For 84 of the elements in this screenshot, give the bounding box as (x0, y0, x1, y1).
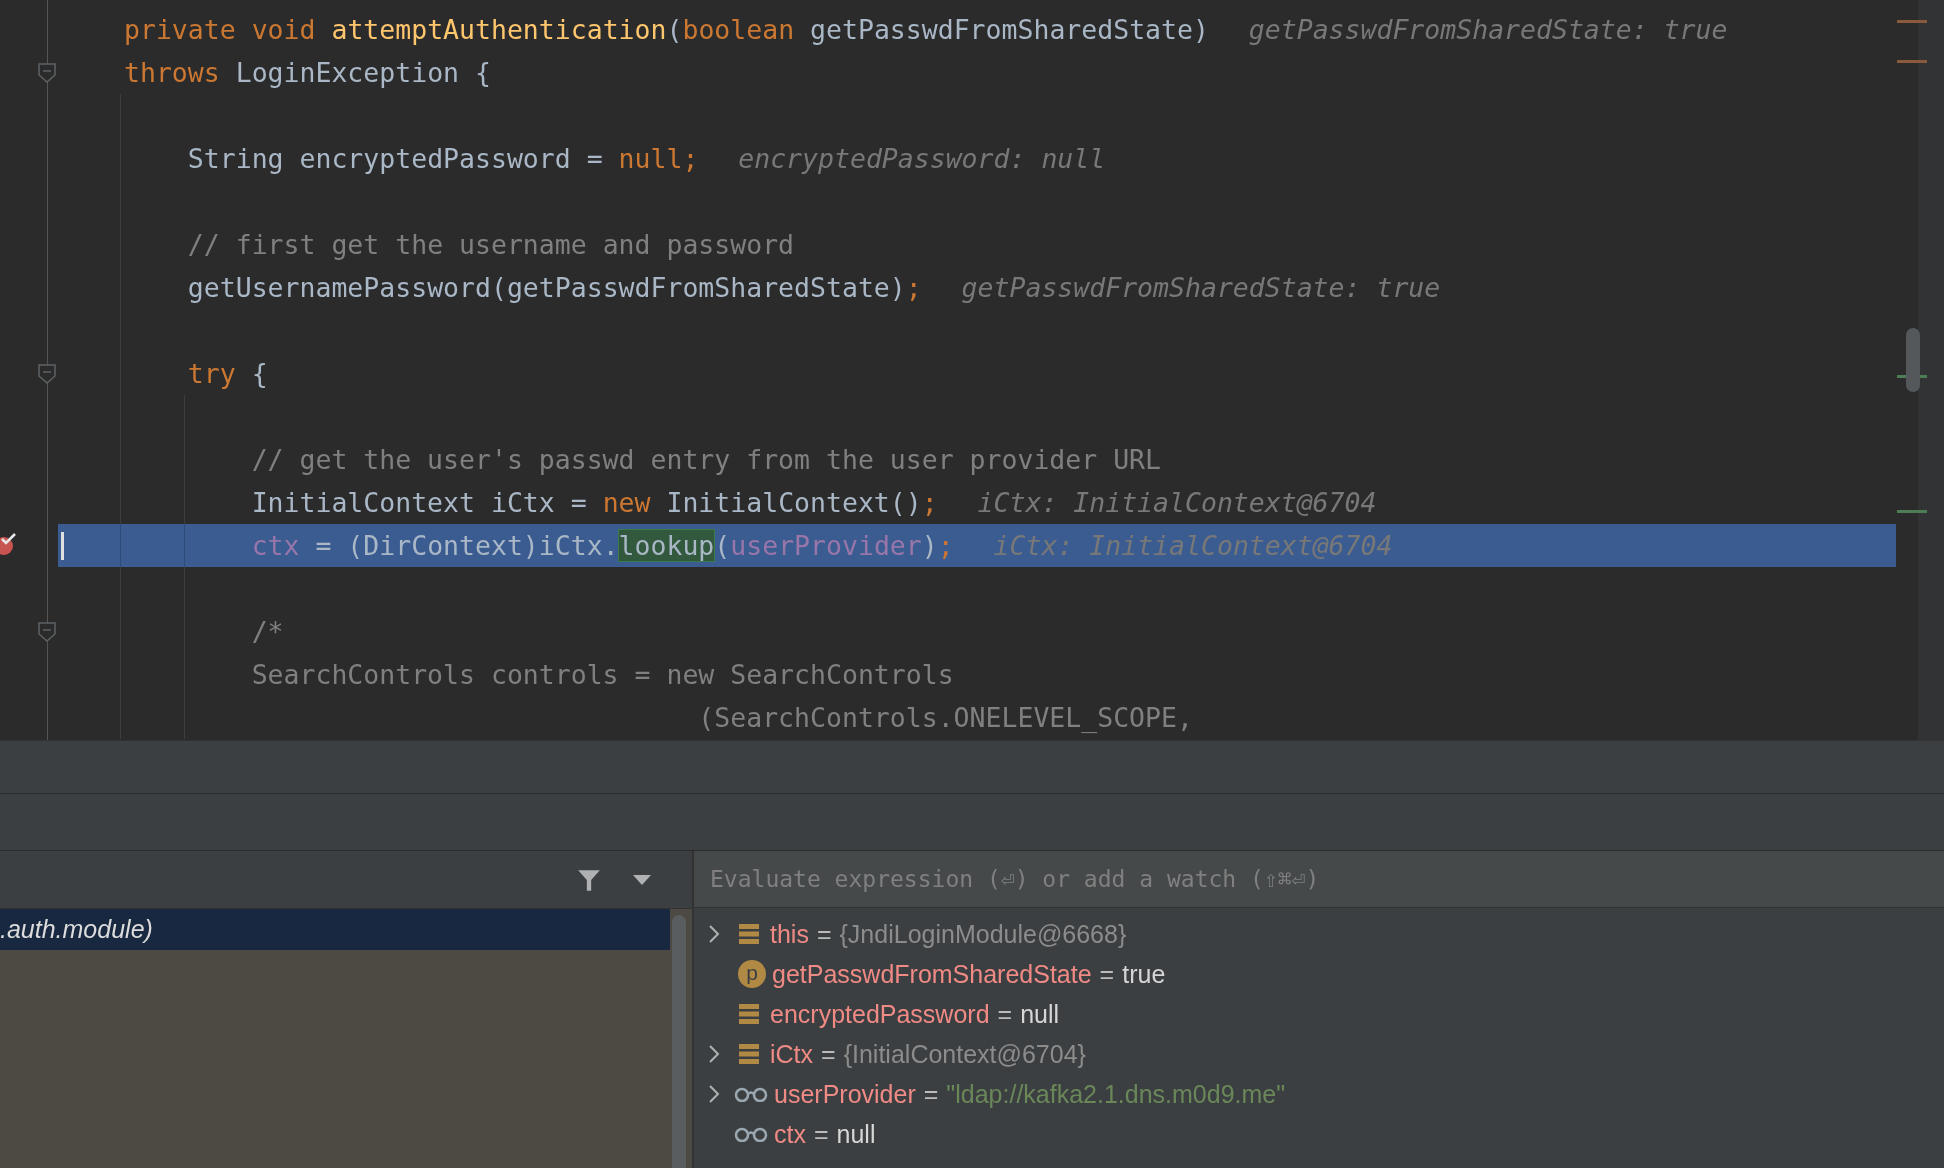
equals-sign: = (1099, 959, 1115, 989)
code-token: (SearchControls.ONELEVEL_SCOPE, (697, 702, 1193, 733)
code-token: ; (921, 487, 938, 518)
code-token: lookup (618, 530, 715, 561)
text-caret (61, 532, 64, 560)
glasses-icon (734, 1126, 768, 1142)
code-line[interactable]: String encryptedPassword = null; encryptedPassword: null (58, 137, 1896, 180)
fold-icon[interactable] (37, 363, 57, 385)
code-token: LoginException { (235, 57, 491, 88)
variable-name: this (770, 919, 809, 949)
expand-icon[interactable] (708, 1084, 720, 1104)
fold-icon[interactable] (37, 62, 57, 84)
code-token: getPasswdFromSharedState) (810, 14, 1209, 45)
code-token: // first get the username and password (187, 229, 795, 260)
variable-name: getPasswdFromSharedState (772, 959, 1092, 989)
code-token: throws (124, 57, 221, 88)
code-token: private void (124, 14, 317, 45)
code-token: ; (905, 272, 922, 303)
inline-value-hint: getPasswdFromSharedState: true (961, 272, 1441, 303)
code-token: SearchControls controls = new SearchControls (251, 659, 954, 690)
code-token: InitialContext iCtx = (251, 487, 588, 518)
code-token: userProvider (730, 530, 922, 561)
inline-value-hint: getPasswdFromSharedState: true (1248, 14, 1728, 45)
code-token: ) (921, 530, 938, 561)
inline-value-hint: encryptedPassword: null (738, 143, 1106, 174)
equals-sign: = (813, 1119, 829, 1149)
fold-icon[interactable] (37, 621, 57, 643)
stack-frame[interactable]: .auth.module) (0, 909, 670, 950)
scrollbar[interactable] (672, 915, 686, 1168)
variable-value: {JndiLoginModule@6668} (839, 919, 1127, 949)
code-token: getUsernamePassword(getPasswdFromSharedState) (187, 272, 906, 303)
code-token: new (602, 487, 652, 518)
variable-name: userProvider (774, 1079, 916, 1109)
glasses-icon (734, 1086, 768, 1102)
code-line[interactable]: /* (58, 610, 1896, 653)
code-line[interactable]: (SearchControls.ONELEVEL_SCOPE, (58, 696, 1896, 739)
code-token: boolean (682, 14, 796, 45)
code-token: null; (618, 143, 699, 174)
variable-value: null (836, 1119, 876, 1149)
code-token: ctx (251, 530, 300, 561)
variable-value: {InitialContext@6704} (843, 1039, 1086, 1069)
warning-marker[interactable] (1897, 20, 1927, 23)
change-marker[interactable] (1897, 510, 1927, 513)
code-token: ( (666, 14, 683, 45)
inline-value-hint: iCtx: InitialContext@6704 (977, 487, 1377, 518)
equals-sign: = (923, 1079, 939, 1109)
variable-name: encryptedPassword (770, 999, 990, 1029)
code-line[interactable]: private void attemptAuthentication(boolean getPasswdFromSharedState) getPasswdFromSharedState: true (58, 8, 1896, 51)
code-line[interactable]: // first get the username and password (58, 223, 1896, 266)
code-line[interactable]: InitialContext iCtx = new InitialContext(); iCtx: InitialContext@6704 (58, 481, 1896, 524)
code-token: ( (714, 530, 731, 561)
field-icon (738, 923, 760, 945)
expand-icon[interactable] (708, 1044, 720, 1064)
code-token: = (DirContext)iCtx. (314, 530, 619, 561)
scrollbar-thumb[interactable] (1906, 328, 1920, 392)
code-line[interactable]: // get the user's passwd entry from the user provider URL (58, 438, 1896, 481)
code-line[interactable]: SearchControls controls = new SearchControls (58, 653, 1896, 696)
field-icon (738, 1003, 760, 1025)
code-token: try (187, 358, 237, 389)
evaluate-field[interactable]: Evaluate expression (⏎) or add a watch (⇧⌘⏎) (694, 851, 1944, 908)
code-token: String encryptedPassword = (187, 143, 604, 174)
warning-marker[interactable] (1897, 60, 1927, 63)
dropdown-icon[interactable] (632, 873, 652, 886)
equals-sign: = (821, 1039, 836, 1069)
variable-value: null (1020, 999, 1060, 1029)
variable-name: ctx (774, 1119, 806, 1149)
code-line[interactable]: getUsernamePassword(getPasswdFromSharedState); getPasswdFromSharedState: true (58, 266, 1896, 309)
equals-sign: = (816, 919, 832, 949)
code-line[interactable]: try { (58, 352, 1896, 395)
inline-value-hint: iCtx: InitialContext@6704 (993, 530, 1393, 561)
field-icon (738, 1043, 760, 1065)
equals-sign: = (997, 999, 1013, 1029)
code-token: ; (937, 530, 954, 561)
code-token: InitialContext() (666, 487, 922, 518)
code-token: attemptAuthentication (331, 14, 667, 45)
code-token: /* (251, 616, 284, 647)
variable-name: iCtx (770, 1039, 814, 1069)
code-token: // get the user's passwd entry from the user provider URL (251, 444, 1162, 475)
variable-value: true (1122, 959, 1166, 989)
expand-icon[interactable] (708, 924, 720, 944)
variable-value: "ldap://kafka2.1.dns.m0d9.me" (946, 1079, 1286, 1109)
code-token: { (251, 358, 268, 389)
parameter-icon: p (738, 960, 766, 988)
code-line[interactable]: throws LoginException { (58, 51, 1896, 94)
